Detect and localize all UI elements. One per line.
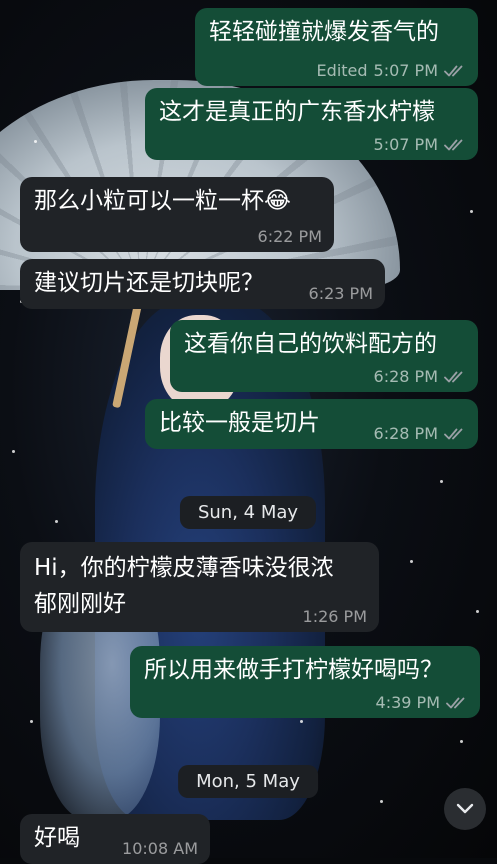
message-bubble-incoming[interactable]: Hi，你的柠檬皮薄香味没很浓 郁刚刚好 1:26 PM <box>20 542 379 632</box>
message-text: 所以用来做手打柠檬好喝吗？ <box>144 657 443 683</box>
message-time: 6:22 PM <box>257 227 322 246</box>
message-bubble-incoming[interactable]: 好喝 10:08 AM <box>20 814 210 864</box>
edited-label: Edited <box>316 61 368 80</box>
message-list: 轻轻碰撞就爆发香气的 Edited 5:07 PM 这才是真正的广东香水柠檬 5… <box>0 0 497 864</box>
double-check-icon <box>446 696 468 710</box>
message-text: 轻轻碰撞就爆发香气的 <box>209 19 439 45</box>
message-time: 6:28 PM <box>373 424 438 443</box>
chevron-down-icon <box>456 800 474 819</box>
message-bubble-outgoing[interactable]: 所以用来做手打柠檬好喝吗？ 4:39 PM <box>130 646 480 718</box>
message-text: 这才是真正的广东香水柠檬 <box>159 99 435 125</box>
date-separator: Mon, 5 May <box>178 765 318 798</box>
message-text: 这看你自己的饮料配方的 <box>184 331 437 357</box>
message-time: 5:07 PM <box>373 61 438 80</box>
message-time: 10:08 AM <box>122 839 198 858</box>
scroll-to-bottom-button[interactable] <box>444 788 486 830</box>
message-time: 6:28 PM <box>373 367 438 386</box>
date-separator: Sun, 4 May <box>179 496 317 529</box>
double-check-icon <box>444 427 466 441</box>
message-time: 1:26 PM <box>302 607 367 626</box>
message-text: 那么小粒可以一粒一杯😂 <box>34 188 291 214</box>
message-time: 6:23 PM <box>308 284 373 303</box>
double-check-icon <box>444 64 466 78</box>
message-bubble-incoming[interactable]: 建议切片还是切块呢？ 6:23 PM <box>20 259 385 309</box>
message-bubble-incoming[interactable]: 那么小粒可以一粒一杯😂 6:22 PM <box>20 177 334 252</box>
double-check-icon <box>444 370 466 384</box>
message-bubble-outgoing[interactable]: 这看你自己的饮料配方的 6:28 PM <box>170 320 478 392</box>
message-time: 5:07 PM <box>373 135 438 154</box>
double-check-icon <box>444 138 466 152</box>
message-bubble-outgoing[interactable]: 比较一般是切片 6:28 PM <box>145 399 478 449</box>
message-bubble-outgoing[interactable]: 这才是真正的广东香水柠檬 5:07 PM <box>145 88 478 160</box>
message-time: 4:39 PM <box>375 693 440 712</box>
message-bubble-outgoing[interactable]: 轻轻碰撞就爆发香气的 Edited 5:07 PM <box>195 8 478 86</box>
